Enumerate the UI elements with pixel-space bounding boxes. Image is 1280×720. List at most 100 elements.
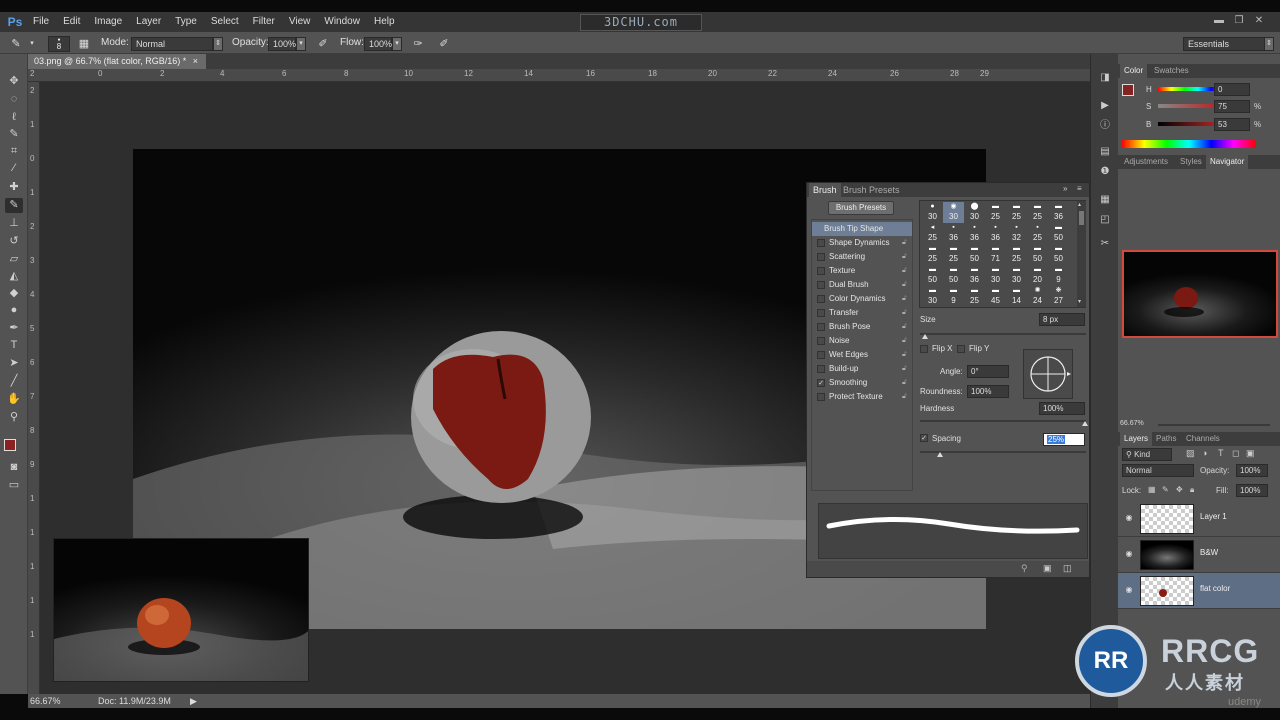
minimize-icon[interactable]: ▬ — [1212, 14, 1226, 28]
brush-tip-preset[interactable]: ▬ 50 — [1048, 223, 1069, 244]
brush-tip-preset[interactable]: ▬ 50 — [1027, 244, 1048, 265]
brush-tip-preset[interactable]: ▬ 50 — [964, 244, 985, 265]
spacing-slider-knob[interactable] — [937, 452, 943, 457]
info-circle-icon[interactable]: ❶ — [1097, 164, 1113, 180]
menu-file[interactable]: File — [26, 12, 56, 32]
color-ramp[interactable] — [1122, 140, 1256, 148]
quick-mask-icon[interactable]: ◙ — [5, 460, 23, 475]
menu-filter[interactable]: Filter — [246, 12, 282, 32]
brush-tip-preset[interactable]: ▬ 30 — [985, 265, 1006, 286]
fill-input[interactable]: 100% — [1236, 484, 1268, 497]
lock-icon[interactable]: 🔓︎ — [902, 239, 909, 247]
lock-all-icon[interactable]: 🔒︎ — [1190, 485, 1194, 495]
opacity-input[interactable]: 100% — [268, 37, 296, 51]
tab-swatches[interactable]: Swatches — [1150, 64, 1193, 78]
brush-tip-preset[interactable]: ● 30 — [922, 202, 943, 223]
brush-tip-preset[interactable]: ▬ 25 — [964, 286, 985, 307]
color-fg-swatch[interactable] — [1122, 84, 1134, 96]
lock-icon[interactable]: 🔓︎ — [902, 337, 909, 345]
brush-setting-shape-dynamics[interactable]: Shape Dynamics 🔓︎ — [812, 236, 912, 250]
tab-layers[interactable]: Layers — [1120, 432, 1153, 446]
brush-tip-preset[interactable]: ▬ 20 — [1027, 265, 1048, 286]
toggle-bristle-preview-icon[interactable]: ⚲ — [1021, 563, 1028, 574]
visibility-eye-icon[interactable]: ◉ — [1124, 513, 1134, 523]
lock-icon[interactable]: 🔓︎ — [902, 295, 909, 303]
brush-tip-preset[interactable]: ▬ 30 — [1006, 265, 1027, 286]
healing-brush-tool-icon[interactable]: ✚ — [5, 180, 23, 195]
pressure-opacity-icon[interactable]: ✐ — [315, 36, 331, 52]
document-tab[interactable]: 03.png @ 66.7% (flat color, RGB/16) * × — [28, 54, 206, 69]
layer-opacity-input[interactable]: 100% — [1236, 464, 1268, 477]
hand-tool-icon[interactable]: ✋ — [5, 392, 23, 407]
brush-tip-preset[interactable]: ▬ 9 — [1048, 265, 1069, 286]
brush-tip-preset[interactable]: ▬ 45 — [985, 286, 1006, 307]
setting-checkbox[interactable] — [817, 365, 825, 373]
foreground-color-swatch[interactable] — [4, 439, 16, 451]
setting-checkbox[interactable] — [817, 393, 825, 401]
doc-size[interactable]: Doc: 11.9M/23.9M — [98, 696, 171, 706]
open-preset-manager-icon[interactable]: ▣ — [1043, 563, 1052, 574]
brush-tool-icon[interactable]: ✎ — [8, 36, 24, 52]
size-input[interactable]: 8 px — [1039, 313, 1085, 326]
tab-paths[interactable]: Paths — [1152, 432, 1180, 446]
setting-checkbox[interactable] — [817, 309, 825, 317]
visibility-eye-icon[interactable]: ◉ — [1124, 549, 1134, 559]
hardness-slider-knob[interactable] — [1082, 421, 1088, 426]
lock-image-icon[interactable]: ✎ — [1162, 485, 1169, 494]
spacing-slider[interactable] — [920, 451, 1086, 453]
spacing-input[interactable]: 25% — [1043, 433, 1085, 446]
brush-tip-preset[interactable]: ▬ 25 — [922, 244, 943, 265]
brush-tip-preset[interactable]: ▬ 25 — [943, 244, 964, 265]
lock-icon[interactable]: 🔓︎ — [902, 365, 909, 373]
brush-setting-brush-pose[interactable]: Brush Pose 🔓︎ — [812, 320, 912, 334]
brush-tool-icon[interactable]: ✎ — [5, 198, 23, 213]
setting-checkbox[interactable] — [817, 323, 825, 331]
menu-image[interactable]: Image — [87, 12, 129, 32]
brush-tip-preset[interactable]: ▬ 36 — [1048, 202, 1069, 223]
brush-setting-build-up[interactable]: Build-up 🔓︎ — [812, 362, 912, 376]
panel-menu-icon[interactable]: ≡ — [1077, 184, 1082, 193]
navigator-zoom-slider[interactable] — [1158, 424, 1270, 426]
brush-tip-preset[interactable]: ▬ 36 — [964, 265, 985, 286]
actions-panel-icon[interactable]: ▶ — [1097, 98, 1113, 114]
menu-layer[interactable]: Layer — [129, 12, 168, 32]
paint-bucket-tool-icon[interactable]: ◭ — [5, 269, 23, 284]
status-arrow-icon[interactable]: ▶ — [190, 696, 197, 707]
type-tool-icon[interactable]: T — [5, 338, 23, 353]
tab-adjustments[interactable]: Adjustments — [1120, 155, 1172, 169]
tab-color[interactable]: Color — [1120, 64, 1148, 78]
crop-tool-icon[interactable]: ⌗ — [5, 144, 23, 159]
spacing-checkbox[interactable]: ✓ — [920, 434, 928, 442]
brush-tip-preset[interactable]: ▬ 9 — [943, 286, 964, 307]
quick-select-tool-icon[interactable]: ✎ — [5, 127, 23, 142]
s-input[interactable]: 75 — [1214, 100, 1250, 113]
menu-window[interactable]: Window — [317, 12, 367, 32]
setting-checkbox[interactable] — [817, 281, 825, 289]
angle-roundness-widget[interactable] — [1023, 349, 1073, 399]
filter-smart-object-icon[interactable]: ▣ — [1246, 448, 1255, 459]
brush-tip-preset[interactable]: ▬ 25 — [1006, 202, 1027, 223]
setting-checkbox[interactable] — [817, 267, 825, 275]
h-input[interactable]: 0 — [1214, 83, 1250, 96]
swatches-panel-icon[interactable]: ▤ — [1097, 144, 1113, 160]
airbrush-icon[interactable]: ✑ — [410, 36, 426, 52]
brush-panel-toggle-icon[interactable]: ▦ — [76, 36, 92, 52]
brush-tip-preset[interactable]: ▬ 25 — [985, 202, 1006, 223]
tool-preset-dropdown-icon[interactable]: ▾ — [28, 36, 36, 52]
eyedropper-tool-icon[interactable]: ⁄ — [5, 161, 23, 176]
brush-tip-preset[interactable]: ▬ 14 — [1006, 286, 1027, 307]
roundness-input[interactable]: 100% — [967, 385, 1009, 398]
info-panel-icon[interactable]: ⓘ — [1097, 118, 1113, 134]
layer-row[interactable]: ◉ Layer 1 — [1118, 501, 1280, 537]
restore-icon[interactable]: ❐ — [1232, 14, 1246, 28]
flow-input[interactable]: 100% — [364, 37, 392, 51]
menu-help[interactable]: Help — [367, 12, 402, 32]
brush-setting-noise[interactable]: Noise 🔓︎ — [812, 334, 912, 348]
lasso-tool-icon[interactable]: ℓ — [5, 110, 23, 125]
menu-edit[interactable]: Edit — [56, 12, 87, 32]
history-brush-tool-icon[interactable]: ↺ — [5, 234, 23, 249]
mode-dropdown-icon[interactable]: ⇕ — [213, 37, 223, 51]
setting-checkbox[interactable] — [817, 351, 825, 359]
lock-position-icon[interactable]: ✥ — [1176, 485, 1183, 494]
brush-tip-preset[interactable]: ▪ 32 — [1006, 223, 1027, 244]
